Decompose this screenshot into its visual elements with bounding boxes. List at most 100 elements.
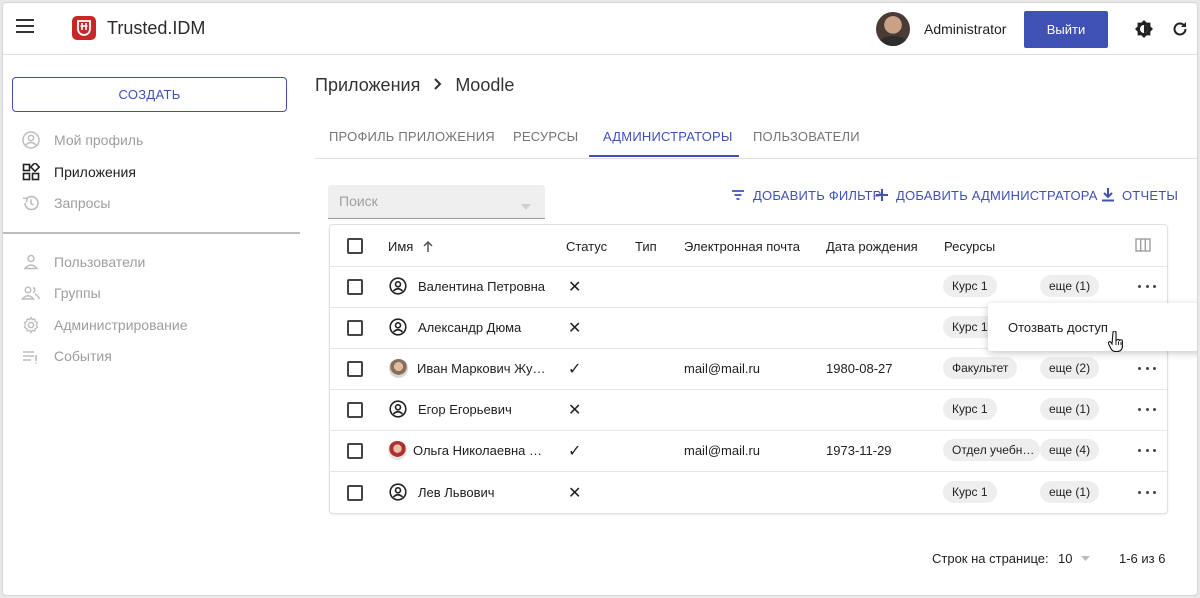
account-circle-icon	[21, 130, 41, 150]
gear-icon	[21, 315, 41, 335]
row-name: Иван Маркович Жу…	[417, 361, 546, 376]
row-divider	[330, 266, 1167, 267]
filter-icon	[731, 189, 745, 201]
column-header-email[interactable]: Электронная почта	[684, 239, 800, 254]
refresh-icon[interactable]	[1171, 20, 1189, 38]
brand-name: Trusted.IDM	[107, 18, 206, 38]
chevron-down-icon	[521, 197, 531, 215]
administrators-table: Имя Статус Тип Электронная почта Дата ро…	[329, 224, 1168, 514]
tab-app-profile[interactable]: ПРОФИЛЬ ПРИЛОЖЕНИЯ	[329, 129, 495, 144]
sidebar-item-label: Запросы	[54, 195, 111, 211]
row-name: Александр Дюма	[418, 320, 522, 335]
revoke-access-menu-item[interactable]: Отозвать доступ	[1008, 320, 1108, 335]
logout-button[interactable]: Выйти	[1024, 11, 1108, 48]
resource-chip: Отдел учебн…	[943, 439, 1040, 461]
row-actions-icon[interactable]	[1138, 365, 1156, 371]
row-birth-date: 1980-08-27	[826, 361, 893, 376]
pagination-range: 1-6 из 6	[1119, 551, 1166, 566]
add-filter-label: ДОБАВИТЬ ФИЛЬТР	[753, 187, 882, 203]
theme-toggle-icon[interactable]	[1134, 19, 1154, 39]
column-header-name[interactable]: Имя	[388, 239, 433, 255]
column-header-resources[interactable]: Ресурсы	[944, 239, 995, 254]
row-email: mail@mail.ru	[684, 361, 761, 376]
row-checkbox[interactable]	[347, 485, 363, 501]
more-resources-chip[interactable]: еще (1)	[1040, 275, 1100, 297]
sidebar-item-users[interactable]: Пользователи	[21, 251, 145, 273]
row-name: Ольга Николаевна …	[413, 443, 543, 458]
add-admin-button[interactable]: ДОБАВИТЬ АДМИНИСТРАТОРА	[876, 186, 1098, 204]
app-window: Trusted.IDM Administrator Выйти СОЗДАТЬ …	[2, 2, 1198, 596]
person-circle-icon	[389, 318, 407, 336]
hand-cursor-icon	[1107, 330, 1124, 358]
person-circle-icon	[389, 400, 407, 418]
column-header-status[interactable]: Статус	[566, 239, 607, 254]
rows-per-page-select[interactable]: 10	[1058, 551, 1091, 566]
row-checkbox[interactable]	[347, 402, 363, 418]
row-actions-icon[interactable]	[1138, 406, 1156, 412]
row-actions-icon[interactable]	[1138, 283, 1156, 289]
user-photo	[388, 441, 407, 460]
row-checkbox[interactable]	[347, 443, 363, 459]
menu-icon[interactable]	[16, 19, 34, 33]
row-checkbox[interactable]	[347, 279, 363, 295]
person-circle-icon	[389, 277, 407, 295]
tab-users[interactable]: ПОЛЬЗОВАТЕЛИ	[753, 129, 860, 144]
more-resources-chip[interactable]: еще (1)	[1040, 481, 1100, 503]
active-tab-indicator	[589, 155, 739, 157]
add-filter-button[interactable]: ДОБАВИТЬ ФИЛЬТР	[731, 186, 882, 204]
resource-chip: Факультет	[943, 357, 1018, 379]
more-resources-chip[interactable]: еще (1)	[1040, 398, 1100, 420]
events-list-icon	[21, 346, 41, 366]
row-actions-icon[interactable]	[1138, 447, 1156, 453]
row-name: Валентина Петровна	[418, 279, 546, 294]
download-icon	[1102, 188, 1114, 202]
add-admin-label: ДОБАВИТЬ АДМИНИСТРАТОРА	[896, 187, 1098, 203]
column-header-type[interactable]: Тип	[635, 239, 657, 254]
search-input[interactable]	[328, 185, 498, 217]
status-inactive-icon: ✕	[568, 279, 582, 296]
reports-button[interactable]: ОТЧЕТЫ	[1102, 186, 1178, 204]
resource-chip: Курс 1	[943, 398, 997, 420]
resource-chip: Курс 1	[943, 275, 997, 297]
breadcrumb-current: Moodle	[455, 75, 515, 95]
tab-administrators[interactable]: АДМИНИСТРАТОРЫ	[603, 129, 733, 144]
row-checkbox[interactable]	[347, 361, 363, 377]
status-inactive-icon: ✕	[568, 402, 582, 419]
user-avatar[interactable]	[876, 12, 910, 46]
more-resources-chip[interactable]: еще (4)	[1040, 439, 1100, 461]
person-icon	[21, 252, 41, 272]
breadcrumb-parent[interactable]: Приложения	[315, 75, 420, 96]
more-resources-chip[interactable]: еще (2)	[1040, 357, 1100, 379]
row-divider	[330, 389, 1167, 390]
sidebar-item-requests[interactable]: Запросы	[21, 192, 110, 214]
plus-icon	[876, 189, 888, 201]
group-icon	[21, 283, 41, 303]
logo	[72, 16, 96, 40]
columns-view-icon[interactable]	[1135, 238, 1151, 257]
sidebar-item-applications[interactable]: Приложения	[21, 161, 136, 183]
create-button[interactable]: СОЗДАТЬ	[12, 77, 287, 112]
sidebar-item-administration[interactable]: Администрирование	[21, 314, 188, 336]
row-context-menu: Отозвать доступ	[988, 303, 1197, 351]
row-email: mail@mail.ru	[684, 443, 761, 458]
row-checkbox[interactable]	[347, 320, 363, 336]
status-inactive-icon: ✕	[568, 320, 582, 337]
row-divider	[330, 471, 1167, 472]
history-icon	[21, 193, 41, 213]
column-header-birth-date[interactable]: Дата рождения	[826, 239, 918, 254]
apps-icon	[21, 162, 41, 182]
row-actions-icon[interactable]	[1138, 489, 1156, 495]
sidebar-item-my-profile[interactable]: Мой профиль	[21, 129, 143, 151]
sidebar-item-groups[interactable]: Группы	[21, 282, 101, 304]
sidebar-item-events[interactable]: События	[21, 345, 112, 367]
row-name: Лев Львович	[418, 485, 495, 500]
top-bar: Trusted.IDM Administrator Выйти	[3, 3, 1197, 55]
tab-resources[interactable]: РЕСУРСЫ	[513, 129, 578, 144]
sidebar-item-label: Группы	[54, 285, 101, 301]
row-name: Егор Егорьевич	[418, 402, 512, 417]
user-photo	[389, 359, 408, 378]
breadcrumb: Приложения Moodle	[315, 75, 514, 96]
search-field[interactable]	[328, 185, 545, 219]
person-circle-icon	[389, 483, 407, 501]
select-all-checkbox[interactable]	[347, 238, 363, 254]
